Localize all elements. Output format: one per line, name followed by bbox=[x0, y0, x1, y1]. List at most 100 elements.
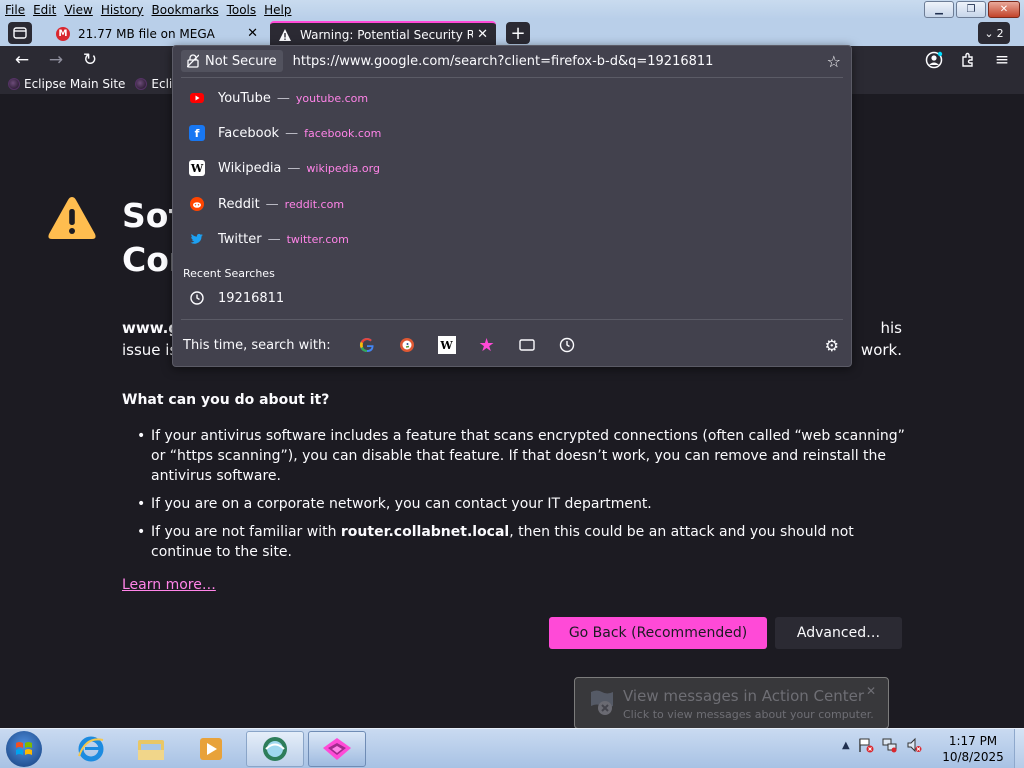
action-center-title: View messages in Action Center bbox=[623, 687, 865, 705]
menu-help[interactable]: Help bbox=[260, 3, 295, 17]
list-all-tabs-button[interactable]: ⌄ 2 bbox=[978, 22, 1010, 44]
warning-icon bbox=[279, 28, 291, 41]
internet-explorer-icon bbox=[78, 736, 104, 762]
google-icon[interactable] bbox=[358, 336, 376, 354]
show-hidden-icons-icon[interactable]: ▲ bbox=[842, 740, 850, 751]
tabs-icon[interactable] bbox=[518, 336, 536, 354]
duckduckgo-icon[interactable] bbox=[398, 336, 416, 354]
new-tab-button[interactable]: + bbox=[506, 22, 530, 44]
media-player-icon bbox=[200, 738, 222, 760]
network-icon[interactable] bbox=[882, 737, 898, 753]
account-icon bbox=[925, 51, 943, 69]
taskbar-media-player[interactable] bbox=[182, 731, 240, 767]
clock-date: 10/8/2025 bbox=[942, 750, 1004, 764]
tab-warning[interactable]: Warning: Potential Security Risk ✕ bbox=[270, 21, 496, 46]
suggestion-name: Wikipedia bbox=[218, 160, 282, 176]
firefox-view-button[interactable] bbox=[8, 22, 32, 44]
volume-muted-icon[interactable] bbox=[906, 737, 922, 753]
warning-icon bbox=[48, 197, 96, 239]
suggestion-name: Reddit bbox=[218, 196, 260, 212]
taskbar-explorer[interactable] bbox=[122, 731, 180, 767]
globe-app-icon bbox=[263, 737, 287, 761]
tab-strip: M 21.77 MB file on MEGA ✕ Warning: Poten… bbox=[0, 19, 1024, 46]
advice-item: If you are on a corporate network, you c… bbox=[137, 494, 911, 514]
learn-more-link[interactable]: Learn more… bbox=[122, 577, 216, 593]
advanced-button[interactable]: Advanced… bbox=[775, 617, 902, 649]
wikipedia-icon[interactable]: W bbox=[437, 336, 456, 354]
plus-icon: + bbox=[510, 22, 526, 44]
suggestion-name: YouTube bbox=[218, 90, 271, 106]
history-icon[interactable] bbox=[558, 336, 576, 354]
windows-logo-icon bbox=[16, 742, 32, 755]
tab-mega[interactable]: M 21.77 MB file on MEGA ✕ bbox=[48, 21, 266, 46]
suggestion-domain: facebook.com bbox=[304, 126, 382, 140]
recent-search-item[interactable]: 19216811 bbox=[183, 284, 843, 312]
suggestion-dash: — bbox=[285, 125, 299, 141]
menu-edit[interactable]: Edit bbox=[29, 3, 60, 17]
back-button[interactable]: ← bbox=[12, 50, 32, 70]
suggestion-youtube[interactable]: YouTube — youtube.com bbox=[183, 84, 843, 112]
app-menu-button[interactable]: ≡ bbox=[992, 50, 1012, 70]
urlbar-dropdown: Not Secure https://www.google.com/search… bbox=[172, 45, 852, 367]
suggestion-reddit[interactable]: Reddit — reddit.com bbox=[183, 190, 843, 218]
divider bbox=[181, 319, 843, 320]
taskbar-internet-explorer[interactable] bbox=[62, 731, 120, 767]
bookmark-label: Eclipse Main Site bbox=[24, 77, 126, 91]
divider bbox=[181, 77, 843, 78]
firefox-view-icon bbox=[13, 27, 27, 39]
desc-host-fragment: www.g bbox=[122, 319, 180, 337]
advice-list: If your antivirus software includes a fe… bbox=[137, 426, 911, 570]
tab-title: 21.77 MB file on MEGA bbox=[78, 26, 215, 41]
not-secure-indicator[interactable]: Not Secure bbox=[181, 50, 283, 72]
extensions-button[interactable] bbox=[958, 50, 978, 70]
desc-fragment: work. bbox=[860, 341, 902, 359]
what-can-you-do-heading: What can you do about it? bbox=[122, 392, 330, 408]
show-desktop-button[interactable] bbox=[1014, 729, 1024, 768]
menu-bookmarks[interactable]: Bookmarks bbox=[148, 3, 223, 17]
reload-button[interactable]: ↻ bbox=[80, 50, 100, 70]
bookmarks-star-icon[interactable]: ★ bbox=[478, 335, 496, 356]
advice-item: If you are not familiar with router.coll… bbox=[137, 522, 911, 562]
menu-file[interactable]: File bbox=[0, 3, 29, 17]
suggestion-facebook[interactable]: f Facebook — facebook.com bbox=[183, 119, 843, 147]
start-button[interactable] bbox=[6, 731, 42, 767]
close-tab-icon[interactable]: ✕ bbox=[477, 27, 488, 42]
desc-fragment: his bbox=[880, 319, 903, 337]
eclipse-icon bbox=[8, 78, 20, 90]
taskbar-firefox[interactable] bbox=[308, 731, 366, 767]
action-center-subtitle: Click to view messages about your comput… bbox=[623, 708, 874, 721]
close-tab-icon[interactable]: ✕ bbox=[247, 26, 258, 41]
account-button[interactable] bbox=[924, 50, 944, 70]
action-center-flag-icon[interactable] bbox=[858, 737, 874, 753]
menu-tools[interactable]: Tools bbox=[223, 3, 261, 17]
puzzle-icon bbox=[962, 52, 973, 67]
menu-history[interactable]: History bbox=[97, 3, 148, 17]
restore-button[interactable]: ❐ bbox=[956, 1, 986, 18]
go-back-button[interactable]: Go Back (Recommended) bbox=[549, 617, 767, 649]
close-window-button[interactable]: ✕ bbox=[988, 1, 1020, 18]
suggestion-domain: reddit.com bbox=[284, 197, 345, 211]
minimize-button[interactable]: ▁ bbox=[924, 1, 954, 18]
url-input[interactable]: https://www.google.com/search?client=fir… bbox=[293, 54, 827, 69]
recent-searches-heading: Recent Searches bbox=[183, 267, 275, 280]
chevron-down-icon: ⌄ bbox=[984, 26, 994, 40]
bookmark-star-icon[interactable]: ☆ bbox=[827, 52, 841, 71]
window-controls: ▁ ❐ ✕ bbox=[924, 1, 1020, 18]
forward-button[interactable]: → bbox=[46, 50, 66, 70]
reload-icon: ↻ bbox=[82, 50, 98, 70]
firefox-icon bbox=[323, 738, 351, 760]
menu-view[interactable]: View bbox=[60, 3, 96, 17]
bookmark-eclipse[interactable]: Eclipse Main Site bbox=[8, 77, 125, 91]
arrow-right-icon: → bbox=[48, 50, 64, 70]
clock-icon bbox=[189, 290, 205, 306]
close-icon[interactable]: ✕ bbox=[866, 684, 876, 698]
suggestion-twitter[interactable]: Twitter — twitter.com bbox=[183, 225, 843, 253]
gear-icon[interactable]: ⚙ bbox=[825, 336, 839, 355]
action-center-balloon[interactable]: View messages in Action Center Click to … bbox=[574, 677, 889, 729]
taskbar-clock[interactable]: 1:17 PM 10/8/2025 bbox=[932, 733, 1014, 765]
taskbar-app[interactable] bbox=[246, 731, 304, 767]
system-tray: ▲ bbox=[842, 737, 922, 753]
wikipedia-icon: W bbox=[189, 160, 205, 176]
tab-count: 2 bbox=[996, 26, 1004, 40]
suggestion-wikipedia[interactable]: W Wikipedia — wikipedia.org bbox=[183, 154, 843, 182]
